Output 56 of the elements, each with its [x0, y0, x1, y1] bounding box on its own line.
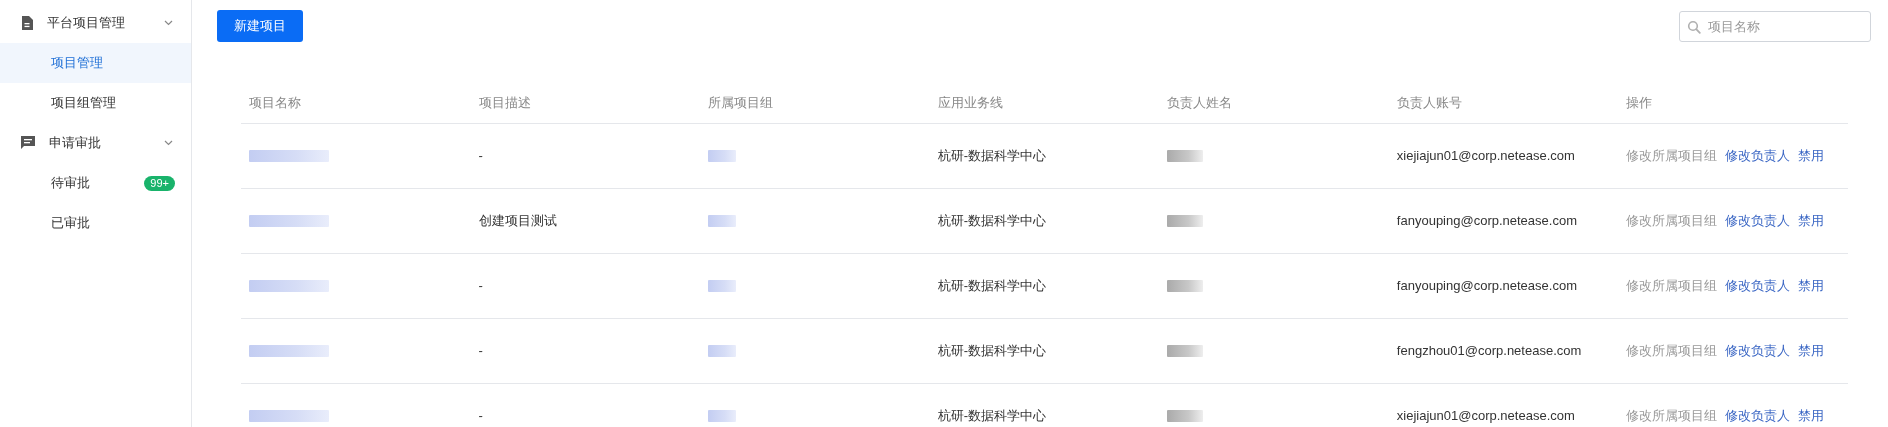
column-header: 项目描述	[478, 94, 531, 110]
action-link[interactable]: 禁用	[1798, 276, 1825, 296]
table-cell-text: 杭研-数据科学中心	[937, 342, 1047, 361]
redacted-text	[1167, 150, 1204, 162]
redacted-text	[1167, 345, 1204, 357]
redacted-text	[1167, 410, 1204, 422]
menu-item[interactable]: 项目管理	[0, 43, 191, 83]
menu-item-label: 待审批	[51, 174, 91, 193]
menu-item[interactable]: 已审批	[0, 203, 191, 243]
redacted-text	[1167, 280, 1204, 292]
column-header: 负责人账号	[1396, 94, 1462, 110]
document-icon	[21, 16, 33, 30]
action-link[interactable]: 修改负责人	[1725, 211, 1791, 231]
table-cell-text: 杭研-数据科学中心	[937, 407, 1047, 426]
action-link[interactable]: 修改负责人	[1725, 406, 1791, 426]
column-header: 项目名称	[249, 94, 301, 110]
redacted-text	[708, 345, 737, 357]
table-cell-text: 杭研-数据科学中心	[937, 147, 1047, 166]
table-cell-text: fanyouping@corp.netease.com	[1396, 212, 1577, 231]
menu-group-label[interactable]: 申请审批	[49, 133, 150, 153]
redacted-text	[708, 150, 737, 162]
action-link[interactable]: 禁用	[1798, 341, 1825, 361]
redacted-text	[708, 280, 737, 292]
redacted-text	[1167, 215, 1204, 227]
search-field[interactable]: 项目名称	[1679, 10, 1871, 42]
menu-item[interactable]: 项目组管理	[0, 83, 191, 123]
table-cell-text: -	[478, 147, 483, 166]
column-header: 操作	[1626, 94, 1653, 110]
count-badge: 99+	[144, 175, 175, 191]
table-cell-text: -	[478, 277, 483, 296]
redacted-text	[708, 215, 737, 227]
table-cell-text: -	[478, 407, 483, 426]
redacted-text	[708, 410, 737, 422]
message-icon	[21, 136, 35, 150]
action-link[interactable]: 修改负责人	[1725, 276, 1791, 296]
action-link[interactable]: 修改负责人	[1725, 146, 1791, 166]
column-header: 负责人姓名	[1167, 94, 1233, 110]
table-cell-text: 创建项目测试	[478, 212, 557, 231]
action-link[interactable]: 修改负责人	[1725, 341, 1791, 361]
menu-group-label[interactable]: 平台项目管理	[47, 13, 150, 33]
action-link[interactable]: 禁用	[1798, 211, 1825, 231]
table-cell-text: 杭研-数据科学中心	[937, 212, 1047, 231]
table-cell-text: 杭研-数据科学中心	[937, 277, 1047, 296]
table-cell-text: -	[478, 342, 483, 361]
chevron-icon[interactable]	[164, 20, 173, 26]
table-cell-text: fengzhou01@corp.netease.com	[1396, 342, 1582, 361]
action-link[interactable]: 禁用	[1798, 406, 1825, 426]
search-icon	[1687, 19, 1701, 34]
table-cell-text: fanyouping@corp.netease.com	[1396, 277, 1577, 296]
action-link[interactable]: 禁用	[1798, 146, 1825, 166]
table-cell-text: xiejiajun01@corp.netease.com	[1396, 407, 1575, 426]
chevron-icon[interactable]	[164, 140, 173, 146]
new-project-button[interactable]: 新建项目	[217, 10, 303, 42]
column-header: 所属项目组	[708, 94, 774, 110]
column-header: 应用业务线	[937, 94, 1003, 110]
table-cell-text: xiejiajun01@corp.netease.com	[1396, 147, 1575, 166]
